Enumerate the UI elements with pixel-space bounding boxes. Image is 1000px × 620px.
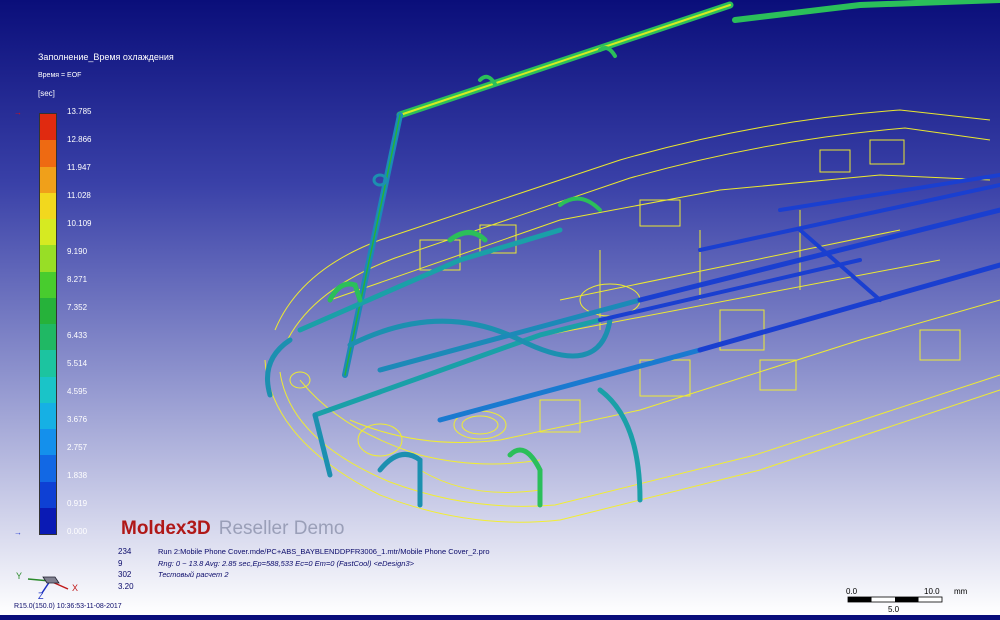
min-marker-icon: → (14, 528, 22, 537)
max-marker-icon: → (14, 108, 22, 117)
stat-value: 3.20 (118, 581, 134, 593)
result-title: Заполнение_Время охлаждения (38, 52, 174, 62)
legend-tick-label: 0.000 (67, 527, 87, 536)
brand-suffix: Reseller Demo (219, 518, 345, 539)
legend-tick-label: 8.271 (67, 275, 87, 284)
legend-tick-label: 13.785 (67, 107, 91, 116)
legend-color-segment (40, 114, 56, 140)
legend-color-segment (40, 298, 56, 324)
scale-bar: 0.0 10.0 mm 5.0 (842, 585, 972, 615)
run-description: Тестовый расчет 2 (158, 569, 490, 581)
legend-color-segment (40, 219, 56, 245)
scale-unit: mm (954, 587, 968, 596)
legend-color-segment (40, 377, 56, 403)
stat-value: 9 (118, 558, 134, 570)
stat-value: 234 (118, 546, 134, 558)
cooling-channels (268, 0, 1000, 505)
legend-tick-label: 2.757 (67, 443, 87, 452)
brand-logo: Moldex3D (121, 518, 211, 539)
scale-tick-5: 5.0 (888, 605, 900, 614)
brand-watermark: Moldex3D Reseller Demo (121, 518, 344, 540)
legend-tick-label: 5.514 (67, 359, 87, 368)
stat-value: 302 (118, 569, 134, 581)
axis-x-label: X (72, 583, 78, 593)
legend-tick-label: 6.433 (67, 331, 87, 340)
legend-tick-label: 9.190 (67, 247, 87, 256)
legend-color-segment (40, 324, 56, 350)
legend-color-segment (40, 482, 56, 508)
legend-tick-label: 1.838 (67, 471, 87, 480)
run-path: Run 2:Mobile Phone Cover.mde/PC+ABS_BAYB… (158, 546, 490, 558)
legend-color-segment (40, 193, 56, 219)
legend-color-segment (40, 455, 56, 481)
axis-z-label: Z (38, 591, 44, 601)
legend-tick-label: 11.947 (67, 163, 91, 172)
part-wireframe (265, 110, 1000, 522)
legend-color-segment (40, 167, 56, 193)
version-timestamp: R15.0(150.0) 10:36:53-11-08-2017 (14, 603, 122, 610)
run-range: Rng: 0 ~ 13.8 Avg: 2.85 sec,Ep=588,533 E… (158, 558, 490, 570)
axis-y-label: Y (16, 571, 22, 581)
legend-tick-label: 0.919 (67, 499, 87, 508)
axis-triad-icon: Y Z X (10, 565, 90, 601)
legend-tick-label: 7.352 (67, 303, 87, 312)
legend-tick-label: 11.028 (67, 191, 91, 200)
run-info: Run 2:Mobile Phone Cover.mde/PC+ABS_BAYB… (158, 546, 490, 581)
legend-color-segment (40, 350, 56, 376)
legend-tick-label: 4.595 (67, 387, 87, 396)
scale-tick-10: 10.0 (924, 587, 940, 596)
legend-color-segment (40, 403, 56, 429)
color-legend-bar (39, 113, 57, 535)
scale-tick-0: 0.0 (846, 587, 858, 596)
legend-color-segment (40, 508, 56, 534)
time-label: Время = EOF (38, 72, 81, 79)
legend-color-segment (40, 245, 56, 271)
legend-tick-label: 12.866 (67, 135, 91, 144)
legend-color-segment (40, 429, 56, 455)
unit-label: [sec] (38, 89, 55, 98)
legend-tick-label: 10.109 (67, 219, 91, 228)
legend-tick-label: 3.676 (67, 415, 87, 424)
model-stats: 234 9 302 3.20 (118, 546, 134, 592)
legend-color-segment (40, 272, 56, 298)
legend-color-segment (40, 140, 56, 166)
